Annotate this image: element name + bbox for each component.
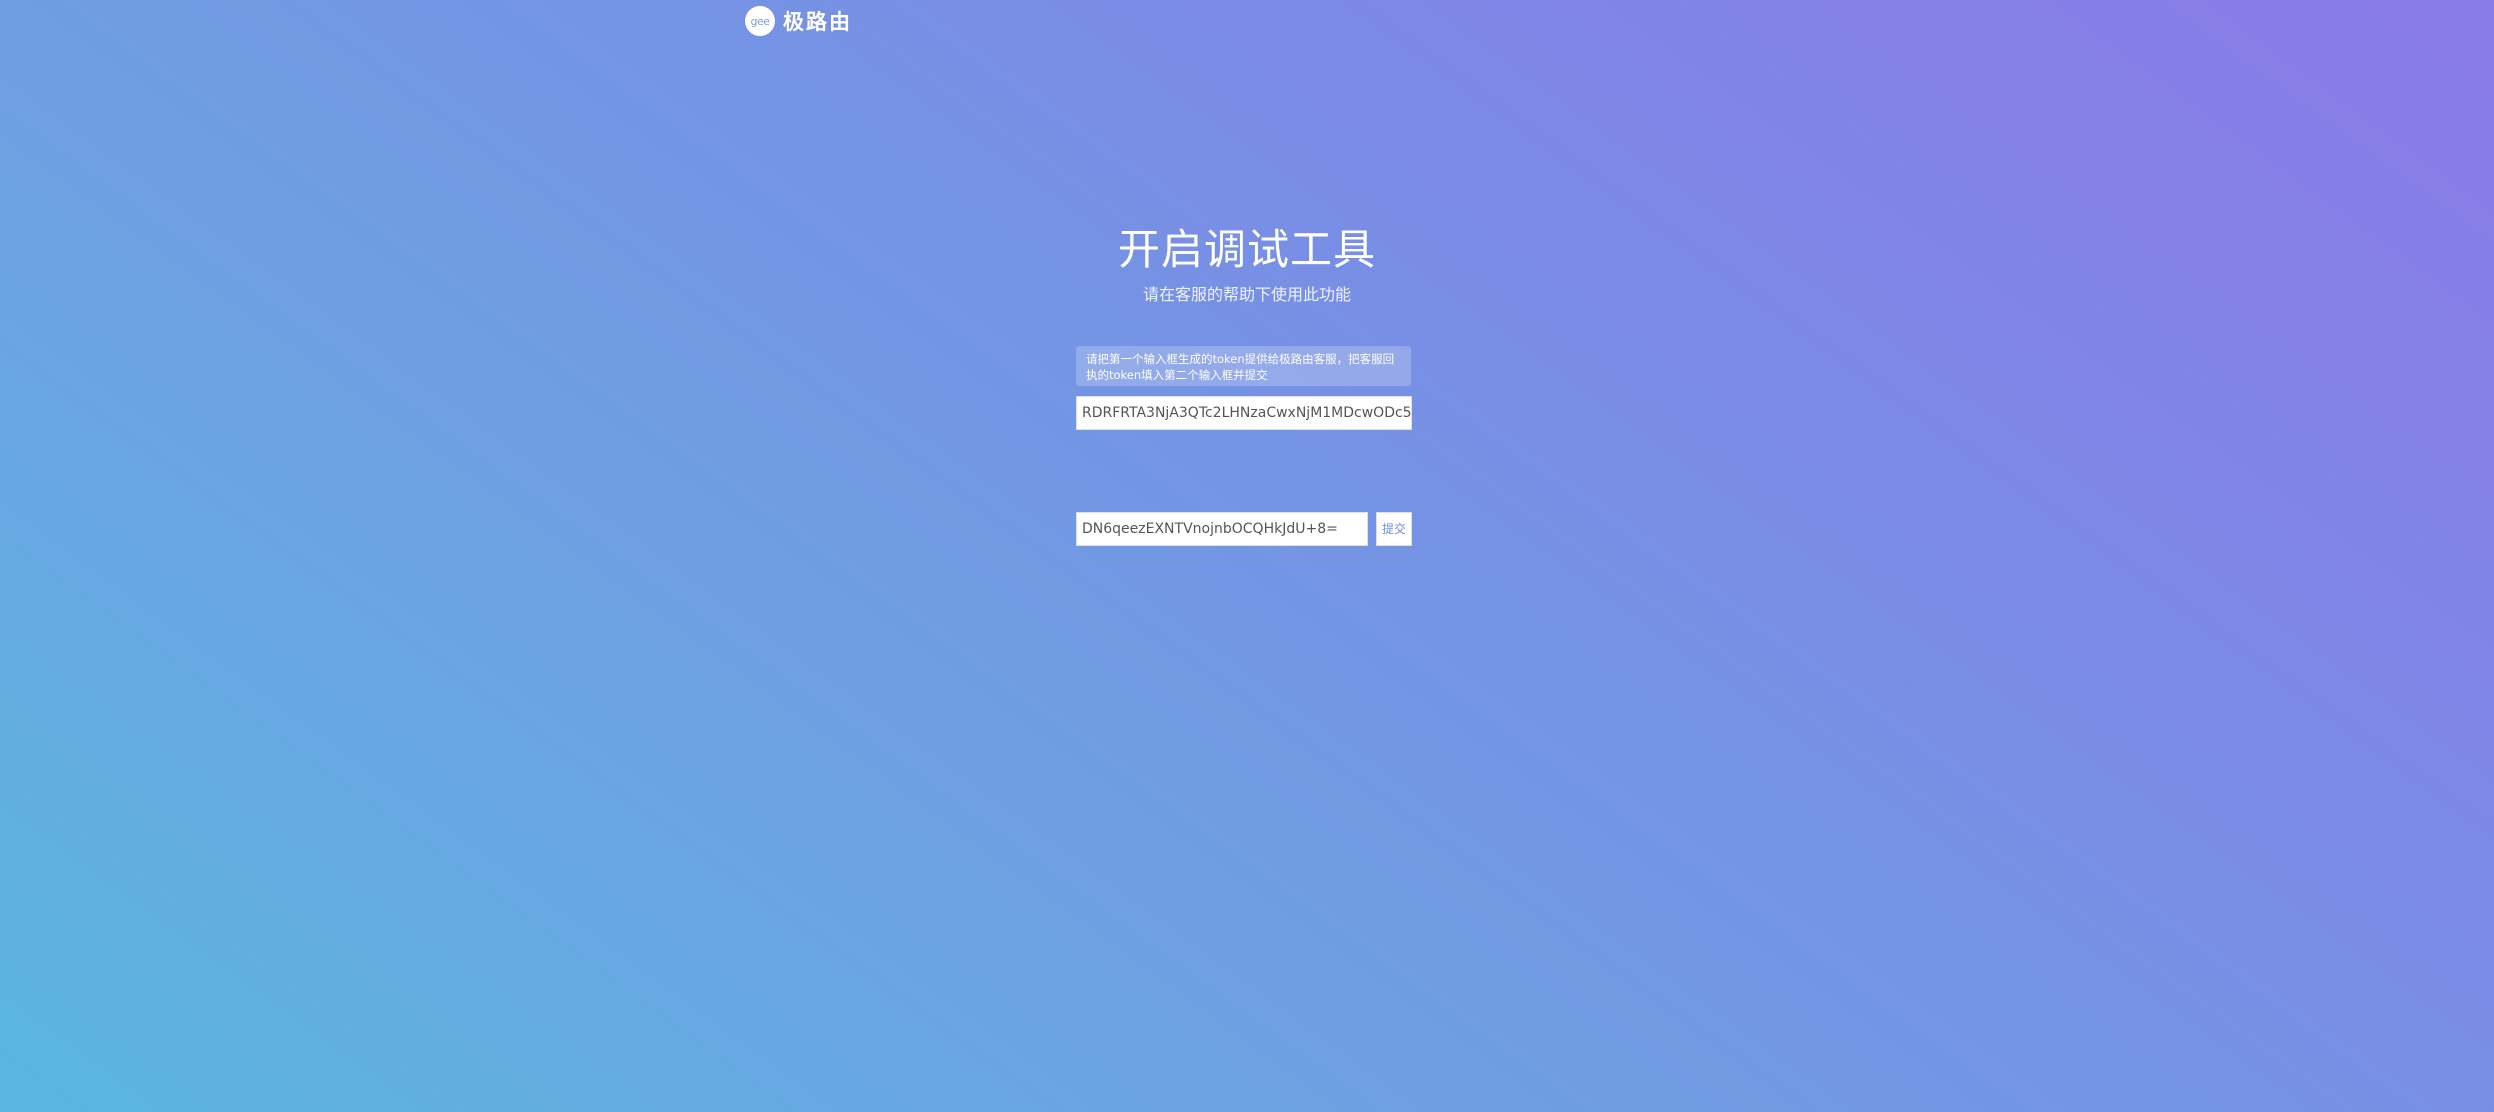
- brand-name: 极路由: [783, 10, 852, 34]
- brand: gee 极路由: [745, 6, 852, 36]
- instruction-notice: 请把第一个输入框生成的token提供给极路由客服，把客服回执的token填入第二…: [1076, 346, 1411, 386]
- submit-button[interactable]: 提交: [1376, 512, 1412, 546]
- page-subtitle: 请在客服的帮助下使用此功能: [1142, 285, 1351, 304]
- gee-logo-icon: gee: [745, 6, 775, 36]
- generated-token-field[interactable]: RDRFRTA3NjA3QTc2LHNzaCwxNjM1MDcwODc5N: [1076, 396, 1412, 430]
- page-title: 开启调试工具: [1117, 225, 1376, 274]
- reply-token-input[interactable]: [1076, 512, 1368, 546]
